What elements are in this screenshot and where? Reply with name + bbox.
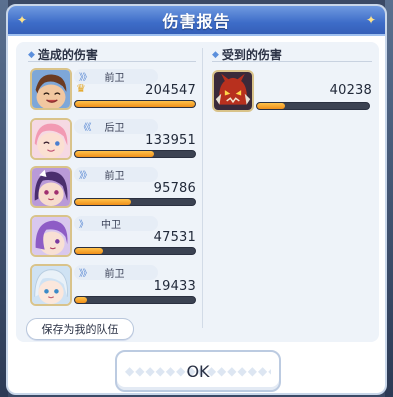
purple-hair-character-avatar bbox=[30, 166, 72, 208]
role-badge: 《《 后卫 bbox=[74, 119, 158, 134]
report-panel: ◆ 造成的伤害 ◆ 受到的伤害 》》 前卫 ♛ 204547 《《 后卫 133… bbox=[16, 42, 379, 342]
damage-bar-fill bbox=[75, 151, 155, 157]
position-arrows-icon: 》》 bbox=[79, 171, 91, 181]
damage-bar-fill bbox=[75, 248, 103, 254]
pink-hair-character-avatar bbox=[30, 118, 72, 160]
damage-bar-fill bbox=[257, 103, 285, 109]
role-badge: 》》 前卫 bbox=[74, 265, 158, 280]
damage-bar-fill bbox=[75, 297, 87, 303]
diamond-icon: ◆ bbox=[212, 49, 219, 60]
damage-bar-fill bbox=[75, 101, 195, 107]
damage-value: 204547 bbox=[145, 83, 196, 98]
red-monster-avatar bbox=[212, 70, 254, 112]
violet-hair-character-avatar bbox=[30, 215, 72, 257]
ornament-icon: ✦ bbox=[16, 13, 28, 27]
role-badge: 》》 前卫 bbox=[74, 167, 158, 182]
ok-label: OK bbox=[186, 361, 210, 381]
dealt-row: 《《 后卫 133951 bbox=[30, 118, 204, 164]
position-arrows-icon: 》》 bbox=[79, 269, 91, 279]
damage-value: 47531 bbox=[153, 230, 196, 245]
damage-bar bbox=[74, 247, 196, 255]
damage-bar bbox=[74, 100, 196, 108]
position-arrows-icon: 《《 bbox=[79, 123, 91, 133]
white-hair-character-avatar bbox=[30, 264, 72, 306]
received-row: 40238 bbox=[212, 70, 374, 116]
damage-report-dialog: ✦ 伤害报告 ✦ ◆ 造成的伤害 ◆ 受到的伤害 》》 前卫 ♛ 204547 bbox=[6, 4, 387, 395]
damage-value: 19433 bbox=[153, 279, 196, 294]
dealt-row: 》》 前卫 19433 bbox=[30, 264, 204, 310]
dealt-row: 》》 前卫 ♛ 204547 bbox=[30, 68, 204, 114]
damage-value: 133951 bbox=[145, 133, 196, 148]
crown-icon: ♛ bbox=[76, 82, 86, 95]
damage-bar bbox=[74, 198, 196, 206]
role-label: 前卫 bbox=[104, 269, 125, 280]
diamond-icon: ◆ bbox=[28, 49, 35, 60]
brown-hair-character-avatar bbox=[30, 68, 72, 110]
dealt-row: 》》 前卫 95786 bbox=[30, 166, 204, 212]
damage-value: 95786 bbox=[153, 181, 196, 196]
ornament-icon: ✦ bbox=[365, 13, 377, 27]
damage-bar bbox=[74, 296, 196, 304]
position-arrows-icon: 》 bbox=[79, 220, 88, 230]
ok-button[interactable]: ◆◆◆◆◆◆◆◆◆◆◆◆◆◆◆◆ OK bbox=[115, 350, 281, 392]
role-label: 前卫 bbox=[104, 73, 125, 84]
role-badge: 》 中卫 bbox=[74, 216, 158, 231]
role-label: 中卫 bbox=[101, 220, 122, 231]
section-divider bbox=[28, 61, 196, 62]
damage-value: 40238 bbox=[329, 83, 372, 98]
damage-bar-fill bbox=[75, 199, 132, 205]
dialog-title-bar: ✦ 伤害报告 ✦ bbox=[8, 6, 385, 36]
damage-bar bbox=[256, 102, 370, 110]
dialog-title: 伤害报告 bbox=[162, 12, 231, 31]
role-label: 后卫 bbox=[104, 123, 125, 134]
section-divider bbox=[212, 61, 372, 62]
dealt-row: 》 中卫 47531 bbox=[30, 215, 204, 261]
role-label: 前卫 bbox=[104, 171, 125, 182]
damage-bar bbox=[74, 150, 196, 158]
role-badge: 》》 前卫 bbox=[74, 69, 158, 84]
save-as-team-button[interactable]: 保存为我的队伍 bbox=[26, 318, 134, 340]
save-as-team-label: 保存为我的队伍 bbox=[41, 323, 119, 336]
